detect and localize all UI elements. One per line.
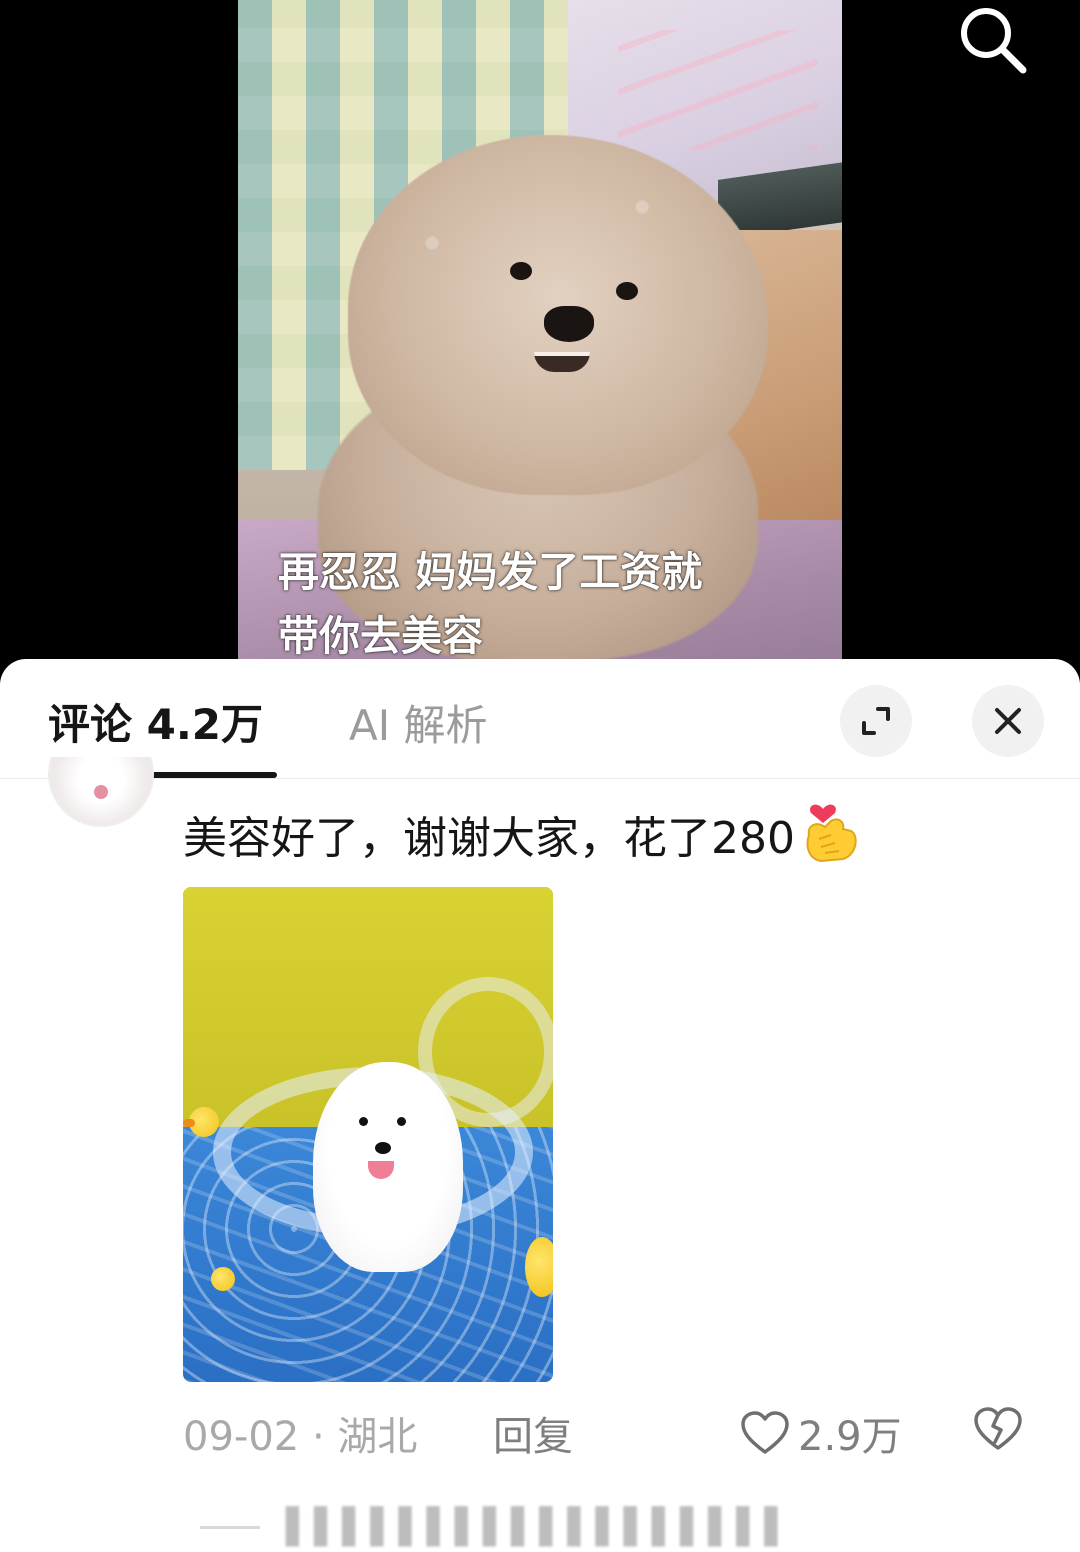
- tab-comments[interactable]: 评论 4.2万: [48, 691, 263, 752]
- comments-sheet: 评论 4.2万 AI 解析 美容好了，谢谢大家，花了280 09-02 · 湖北…: [0, 659, 1080, 1552]
- search-button[interactable]: [955, 2, 1031, 78]
- rubber-duck: [211, 1267, 235, 1291]
- comment-date-location: 09-02 · 湖北: [183, 1414, 418, 1460]
- rubber-duck-beak: [183, 1119, 195, 1127]
- avatar-image: [48, 757, 154, 827]
- search-icon: [961, 8, 1027, 74]
- more-replies-blurred: ▌▌▌▌▌▌▌▌▌▌▌▌▌▌▌▌▌▌: [286, 1507, 793, 1547]
- tab-ai-analysis[interactable]: AI 解析: [349, 692, 487, 753]
- close-button[interactable]: [972, 685, 1044, 757]
- video-frame[interactable]: 再忍忍 妈妈发了工资就 带你去美容: [238, 0, 842, 680]
- subtitle-line-1: 再忍忍 妈妈发了工资就: [278, 548, 703, 596]
- video-subtitle: 再忍忍 妈妈发了工资就 带你去美容: [278, 540, 702, 668]
- like-count: 2.9万: [798, 1414, 902, 1460]
- dog-nose: [544, 306, 594, 342]
- bed-pattern: [618, 30, 818, 150]
- dislike-button[interactable]: [973, 1406, 1023, 1462]
- sheet-header: 评论 4.2万 AI 解析: [0, 659, 1080, 779]
- comment-text: 美容好了，谢谢大家，花了280: [183, 813, 795, 864]
- close-icon: [995, 708, 1021, 734]
- heart-outline-icon: [741, 1411, 789, 1454]
- reply-button[interactable]: 回复: [493, 1404, 573, 1462]
- photo-dog-eye-right: [397, 1117, 406, 1126]
- dog-eye-right: [616, 282, 638, 300]
- broken-heart-icon: [974, 1407, 1022, 1450]
- avatar[interactable]: [48, 757, 154, 827]
- comment-meta: 09-02 · 湖北 回复 2.9万: [183, 1404, 1043, 1464]
- comment-body: 美容好了，谢谢大家，花了280: [183, 799, 859, 869]
- rubber-duck: [525, 1237, 553, 1297]
- replies-divider: [200, 1525, 260, 1529]
- video-player[interactable]: 再忍忍 妈妈发了工资就 带你去美容: [0, 0, 1080, 680]
- dog-eye-left: [510, 262, 532, 280]
- photo-dog-nose: [375, 1142, 391, 1154]
- like-button[interactable]: 2.9万: [740, 1404, 902, 1462]
- photo-dog-eye-left: [359, 1117, 368, 1126]
- finger-heart-emoji-icon: [806, 804, 857, 863]
- comment-photo[interactable]: [183, 887, 553, 1382]
- expand-button[interactable]: [840, 685, 912, 757]
- expand-icon: [862, 707, 890, 735]
- more-replies-row[interactable]: ▌▌▌▌▌▌▌▌▌▌▌▌▌▌▌▌▌▌: [200, 1507, 793, 1547]
